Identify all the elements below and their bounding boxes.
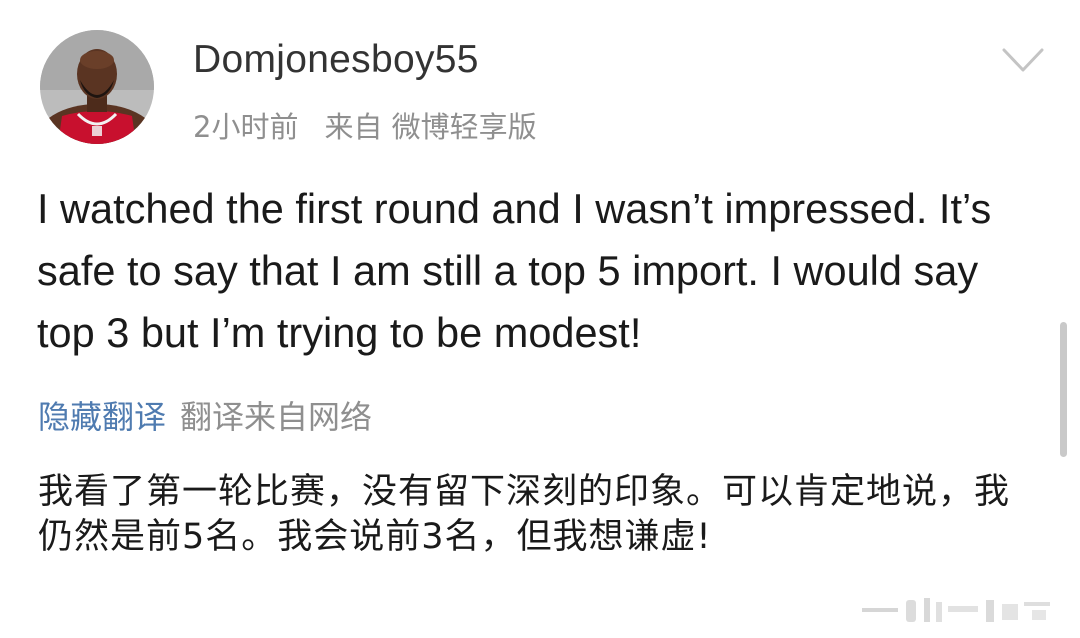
watermark-logo xyxy=(862,596,1062,624)
translation-bar: 隐藏翻译 翻译来自网络 xyxy=(38,392,372,438)
post-source[interactable]: 来自 微博轻享版 xyxy=(324,110,536,144)
post-meta: 2小时前 来自 微博轻享版 xyxy=(193,104,537,146)
post-body: I watched the first round and I wasn’t i… xyxy=(37,185,992,356)
translation-text: 我看了第一轮比赛，没有留下深刻的印象。可以肯定地说，我仍然是前5名。我会说前3名… xyxy=(38,472,1011,557)
post-time: 2小时前 xyxy=(193,110,299,144)
hide-translation-link[interactable]: 隐藏翻译 xyxy=(38,398,166,436)
post-header: Domjonesboy55 2小时前 来自 微博轻享版 xyxy=(40,30,1044,150)
avatar[interactable] xyxy=(40,30,154,144)
username[interactable]: Domjonesboy55 xyxy=(193,38,479,82)
avatar-photo-icon xyxy=(40,30,154,144)
translation-source: 翻译来自网络 xyxy=(180,398,373,436)
chevron-down-icon[interactable] xyxy=(1000,40,1046,80)
scrollbar[interactable] xyxy=(1060,322,1067,457)
